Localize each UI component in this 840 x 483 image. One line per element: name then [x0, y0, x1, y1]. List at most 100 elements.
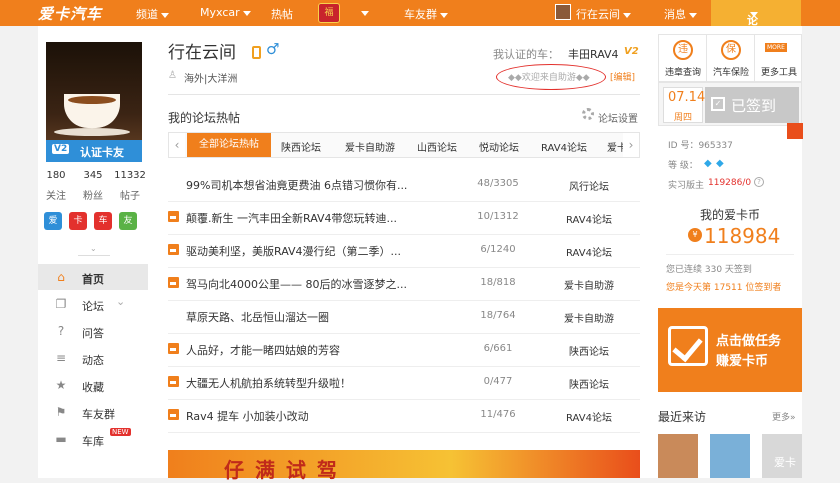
list-item[interactable]: Rav4 提车 小加装小改动 11/476 RAV4论坛 — [168, 401, 640, 433]
intern-moderator-label: 实习版主 — [668, 181, 705, 191]
coin-title: 我的爱卡币 — [699, 208, 760, 222]
tab-all-hot-posts[interactable]: 全部论坛热帖 — [187, 133, 271, 157]
list-item[interactable]: 颠覆.新生 一汽丰田全新RAV4带您玩转迪... 10/1312 RAV4论坛 — [168, 203, 640, 235]
nav-lucky-dropdown[interactable] — [358, 6, 369, 19]
tabs-prev-button[interactable]: ‹ — [169, 133, 185, 157]
chevron-down-icon: ⌄ — [90, 244, 97, 253]
forum-tabs: ‹ 全部论坛热帖 陕西论坛 爱卡自助游 山西论坛 悦动论坛 RAV4论坛 爱卡 … — [168, 132, 640, 158]
tab-shanxi-forum[interactable]: 山西论坛 — [417, 139, 457, 154]
intern-moderator-value: 119286/0 — [708, 178, 752, 188]
sidebar-item-2[interactable]: ? 问答 — [38, 318, 148, 344]
list-item[interactable]: 大疆无人机航拍系统转型升级啦！ 0/477 陕西论坛 — [168, 368, 640, 400]
page-container: V2 认证卡友 180 关注 345 粉丝 11332 帖子 爱卡车友 ⌄ ⌂ 首页 ❐ 论坛… — [38, 26, 803, 482]
sidebar-item-0[interactable]: ⌂ 首页 — [38, 264, 148, 290]
list-item[interactable]: 99%司机本想省油竟更费油 6点错习惯你有... 48/3305 风行论坛 — [168, 170, 640, 202]
stat-fans[interactable]: 345 粉丝 — [75, 170, 111, 202]
tool-insurance[interactable]: 保汽车保险 — [707, 35, 755, 83]
nav-myxcar[interactable]: Myxcar — [200, 6, 251, 19]
sidebar-item-label: 首页 — [82, 273, 104, 286]
post-reply-count: 18/764 — [480, 310, 516, 321]
list-item[interactable]: 驾马向北4000公里—— 80后的冰雪逐梦之... 18/818 爱卡自助游 — [168, 269, 640, 301]
sidebar-item-6[interactable]: ▬ 车库 NEW — [38, 426, 148, 452]
stat-posts[interactable]: 11332 帖子 — [112, 170, 148, 202]
list-item[interactable]: 草原天路、北岳恒山溜达一圈 18/764 爱卡自助游 — [168, 302, 640, 334]
user-level-label: 等 级： — [668, 161, 698, 171]
site-logo[interactable]: 爱卡汽车 — [38, 3, 102, 24]
sidebar-item-1[interactable]: ❐ 论坛 ⌄ — [38, 291, 148, 317]
nav-channel[interactable]: 频道 — [136, 6, 169, 22]
post-forum-link[interactable]: 陕西论坛 — [554, 376, 624, 391]
post-title[interactable]: 驾马向北4000公里—— 80后的冰雪逐梦之... — [186, 276, 407, 292]
certified-car-label: 我认证的车： — [493, 48, 559, 61]
divider — [666, 254, 794, 255]
visitor-avatar[interactable] — [710, 434, 750, 478]
nav-messages[interactable]: 消息 — [664, 6, 697, 22]
post-forum-link[interactable]: 爱卡自助游 — [554, 277, 624, 292]
post-forum-link[interactable]: 爱卡自助游 — [554, 310, 624, 325]
nav-hot-posts[interactable]: 热帖 — [271, 6, 293, 22]
sidebar-item-5[interactable]: ⚑ 车友群 — [38, 399, 148, 425]
post-title[interactable]: Rav4 提车 小加装小改动 — [186, 408, 309, 424]
medal-badge[interactable]: 车 — [94, 212, 112, 230]
post-title[interactable]: 大疆无人机航拍系统转型升级啦！ — [186, 375, 351, 391]
nav-car-groups[interactable]: 车友群 — [404, 6, 448, 22]
sidebar-item-4[interactable]: ★ 收藏 — [38, 372, 148, 398]
post-title[interactable]: 99%司机本想省油竟更费油 6点错习惯你有... — [186, 177, 407, 193]
lucky-icon[interactable]: 福 — [318, 3, 340, 23]
stat-following[interactable]: 180 关注 — [38, 170, 74, 202]
post-forum-link[interactable]: RAV4论坛 — [554, 211, 624, 226]
post-reply-count: 0/477 — [483, 376, 513, 387]
ad-banner[interactable]: 仔 满 试 驾 — [168, 450, 640, 482]
recent-visitors-more[interactable]: 更多» — [772, 410, 796, 423]
forum-settings-link[interactable]: 论坛设置 — [598, 110, 638, 125]
user-avatar-mini[interactable] — [555, 4, 571, 20]
top-navbar: 爱卡汽车 频道 Myxcar 热帖 福 车友群 行在云间 消息 论坛导航 — [0, 0, 840, 75]
earn-coins-task-banner[interactable]: 点击做任务 赚爱卡币 — [658, 308, 802, 392]
tab-yuedong-forum[interactable]: 悦动论坛 — [479, 139, 519, 154]
list-item[interactable]: 人品好，才能一睹四姑娘的芳容 6/661 陕西论坛 — [168, 335, 640, 367]
user-icon: ♙ — [168, 70, 177, 81]
medal-badge[interactable]: 友 — [119, 212, 137, 230]
tab-shaanxi-forum[interactable]: 陕西论坛 — [281, 139, 321, 154]
v2-certified-badge[interactable]: V2 认证卡友 — [46, 140, 142, 162]
car-icon: ▬ — [55, 432, 67, 446]
chevron-down-icon[interactable]: ⌄ — [116, 295, 125, 308]
list-item[interactable]: 驱动美利坚，美版RAV4漫行纪（第二季）... 6/1240 RAV4论坛 — [168, 236, 640, 268]
forum-guide-button[interactable]: 论坛导航 — [711, 0, 801, 75]
tool-more-tools[interactable]: MORE 更多工具 — [755, 35, 803, 83]
sidebar-item-label: 动态 — [82, 354, 104, 367]
tabs-next-button[interactable]: › — [623, 133, 639, 157]
calendar-icon: 07.14 周四 — [663, 87, 705, 123]
image-post-icon — [168, 211, 179, 222]
male-gender-icon: ♂ — [266, 40, 280, 58]
tab-self-drive[interactable]: 爱卡自助游 — [345, 139, 395, 154]
medal-badge[interactable]: 爱 — [44, 212, 62, 230]
post-forum-link[interactable]: 陕西论坛 — [554, 343, 624, 358]
flag-icon: ⚑ — [55, 405, 67, 419]
image-post-icon — [168, 343, 179, 354]
nav-username[interactable]: 行在云间 — [576, 6, 631, 22]
image-post-icon — [168, 244, 179, 255]
gear-icon[interactable] — [582, 108, 594, 120]
post-forum-link[interactable]: RAV4论坛 — [554, 244, 624, 259]
tab-rav4-forum[interactable]: RAV4论坛 — [541, 139, 587, 154]
checkin-panel: 07.14 周四 ✓ 已签到 — [658, 82, 803, 139]
certified-car-value[interactable]: 丰田RAV4 — [568, 46, 619, 62]
sidebar-item-3[interactable]: ≡ 动态 — [38, 345, 148, 371]
expand-badges[interactable]: ⌄ — [78, 244, 110, 256]
phone-verified-icon — [252, 46, 261, 59]
signed-in-button[interactable]: ✓ 已签到 — [705, 87, 799, 123]
medal-badge[interactable]: 卡 — [69, 212, 87, 230]
tool-violation[interactable]: 违违章查询 — [659, 35, 707, 83]
feed-icon: ≡ — [55, 351, 67, 365]
visitor-avatar[interactable] — [658, 434, 698, 478]
violation-icon: 违 — [673, 40, 693, 60]
post-title[interactable]: 草原天路、北岳恒山溜达一圈 — [186, 309, 329, 325]
post-title[interactable]: 人品好，才能一睹四姑娘的芳容 — [186, 342, 340, 358]
post-title[interactable]: 驱动美利坚，美版RAV4漫行纪（第二季）... — [186, 243, 401, 259]
post-forum-link[interactable]: RAV4论坛 — [554, 409, 624, 424]
post-title[interactable]: 颠覆.新生 一汽丰田全新RAV4带您玩转迪... — [186, 210, 397, 226]
signature-edit-link[interactable]: [编辑] — [610, 70, 635, 83]
post-forum-link[interactable]: 风行论坛 — [554, 178, 624, 193]
help-icon[interactable]: ? — [754, 177, 764, 187]
